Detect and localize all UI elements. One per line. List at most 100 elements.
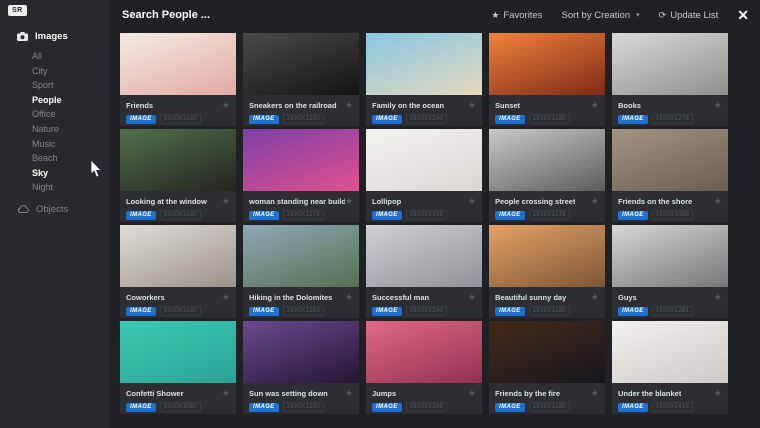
image-card[interactable]: Sun was setting down ★ IMAGE 1920X1280 <box>243 321 359 414</box>
sidebar-item-all[interactable]: All <box>32 49 110 64</box>
favorite-star-icon[interactable]: ★ <box>591 197 599 206</box>
image-title: Hiking in the Dolomites <box>249 293 332 302</box>
favorite-star-icon[interactable]: ★ <box>714 389 722 398</box>
sidebar-item-night[interactable]: Night <box>32 180 110 195</box>
sidebar-section-objects[interactable]: Objects <box>0 201 110 220</box>
image-thumbnail[interactable] <box>612 33 728 95</box>
sidebar-item-beach[interactable]: Beach <box>32 151 110 166</box>
favorites-button[interactable]: ★ Favorites <box>491 10 542 21</box>
favorite-star-icon[interactable]: ★ <box>714 293 722 302</box>
image-thumbnail[interactable] <box>489 225 605 287</box>
image-thumbnail[interactable] <box>489 129 605 191</box>
image-thumbnail[interactable] <box>366 321 482 383</box>
image-thumbnail[interactable] <box>120 129 236 191</box>
favorite-star-icon[interactable]: ★ <box>345 101 353 110</box>
image-thumbnail[interactable] <box>366 129 482 191</box>
sidebar-item-office[interactable]: Office <box>32 107 110 122</box>
favorite-star-icon[interactable]: ★ <box>222 293 230 302</box>
search-query-label[interactable]: Search People ... <box>122 9 210 21</box>
image-thumbnail[interactable] <box>612 225 728 287</box>
image-resolution: 1920X1285 <box>406 402 447 412</box>
image-card[interactable]: Confetti Shower ★ IMAGE 1920X1080 <box>120 321 236 414</box>
image-resolution: 1920X1279 <box>283 210 324 220</box>
image-card[interactable]: Family on the ocean ★ IMAGE 1920X1280 <box>366 33 482 126</box>
image-card[interactable]: Sneakers on the railroad ★ IMAGE 1920X12… <box>243 33 359 126</box>
image-card[interactable]: Friends on the shore ★ IMAGE 1920X1080 <box>612 129 728 222</box>
card-footer: Family on the ocean ★ IMAGE 1920X1280 <box>366 95 482 124</box>
image-grid: Friends ★ IMAGE 1920X1282 Sneakers on th… <box>110 30 760 414</box>
image-thumbnail[interactable] <box>366 33 482 95</box>
image-resolution: 1920X1280 <box>529 306 570 316</box>
favorite-star-icon[interactable]: ★ <box>591 389 599 398</box>
favorite-star-icon[interactable]: ★ <box>591 293 599 302</box>
image-card[interactable]: Books ★ IMAGE 1920X1275 <box>612 33 728 126</box>
image-type-badge: IMAGE <box>372 307 402 316</box>
favorite-star-icon[interactable]: ★ <box>222 389 230 398</box>
image-card[interactable]: People crossing street ★ IMAGE 1920X1278 <box>489 129 605 222</box>
image-thumbnail[interactable] <box>243 33 359 95</box>
sidebar-item-music[interactable]: Music <box>32 137 110 152</box>
sidebar-item-people[interactable]: People <box>32 93 110 108</box>
image-card[interactable]: Lollipop ★ IMAGE 1920X1395 <box>366 129 482 222</box>
favorite-star-icon[interactable]: ★ <box>222 197 230 206</box>
image-card[interactable]: Sunset ★ IMAGE 1920X1280 <box>489 33 605 126</box>
image-thumbnail[interactable] <box>243 321 359 383</box>
card-footer: Friends by the fire ★ IMAGE 1920X1280 <box>489 383 605 412</box>
image-thumbnail[interactable] <box>120 321 236 383</box>
favorite-star-icon[interactable]: ★ <box>345 197 353 206</box>
sort-dropdown[interactable]: Sort by Creation ▾ <box>561 10 639 21</box>
image-resolution: 1920X1280 <box>406 114 447 124</box>
image-card[interactable]: woman standing near buildings ★ IMAGE 19… <box>243 129 359 222</box>
sort-label: Sort by Creation <box>561 10 630 21</box>
favorite-star-icon[interactable]: ★ <box>591 101 599 110</box>
image-card[interactable]: Friends by the fire ★ IMAGE 1920X1280 <box>489 321 605 414</box>
image-resolution: 1920X1280 <box>529 402 570 412</box>
image-thumbnail[interactable] <box>120 33 236 95</box>
favorite-star-icon[interactable]: ★ <box>468 389 476 398</box>
update-list-button[interactable]: ⟳ Update List <box>659 10 719 21</box>
close-icon[interactable]: ✕ <box>737 8 749 22</box>
image-card[interactable]: Looking at the window ★ IMAGE 1920X1280 <box>120 129 236 222</box>
image-title: Jumps <box>372 389 396 398</box>
image-card[interactable]: Hiking in the Dolomites ★ IMAGE 1920X128… <box>243 225 359 318</box>
sidebar-item-sky[interactable]: Sky <box>32 166 110 181</box>
image-thumbnail[interactable] <box>489 321 605 383</box>
favorite-star-icon[interactable]: ★ <box>345 293 353 302</box>
image-title: Guys <box>618 293 637 302</box>
image-thumbnail[interactable] <box>366 225 482 287</box>
image-thumbnail[interactable] <box>243 129 359 191</box>
card-footer: Guys ★ IMAGE 1920X1281 <box>612 287 728 316</box>
card-footer: Confetti Shower ★ IMAGE 1920X1080 <box>120 383 236 412</box>
image-type-badge: IMAGE <box>495 211 525 220</box>
favorite-star-icon[interactable]: ★ <box>468 197 476 206</box>
favorite-star-icon[interactable]: ★ <box>222 101 230 110</box>
sidebar-item-nature[interactable]: Nature <box>32 122 110 137</box>
image-card[interactable]: Guys ★ IMAGE 1920X1281 <box>612 225 728 318</box>
image-card[interactable]: Under the blanket ★ IMAGE 1920X1413 <box>612 321 728 414</box>
image-card[interactable]: Beautiful sunny day ★ IMAGE 1920X1280 <box>489 225 605 318</box>
favorite-star-icon[interactable]: ★ <box>714 101 722 110</box>
image-thumbnail[interactable] <box>612 129 728 191</box>
image-title: Confetti Shower <box>126 389 184 398</box>
favorite-star-icon[interactable]: ★ <box>714 197 722 206</box>
image-card[interactable]: Successful man ★ IMAGE 1920X1280 <box>366 225 482 318</box>
image-card[interactable]: Friends ★ IMAGE 1920X1282 <box>120 33 236 126</box>
image-thumbnail[interactable] <box>489 33 605 95</box>
image-thumbnail[interactable] <box>612 321 728 383</box>
image-card[interactable]: Jumps ★ IMAGE 1920X1285 <box>366 321 482 414</box>
sidebar-item-sport[interactable]: Sport <box>32 78 110 93</box>
favorite-star-icon[interactable]: ★ <box>468 293 476 302</box>
favorite-star-icon[interactable]: ★ <box>468 101 476 110</box>
favorite-star-icon[interactable]: ★ <box>345 389 353 398</box>
image-resolution: 1920X1080 <box>160 402 201 412</box>
image-title: Looking at the window <box>126 197 207 206</box>
sidebar-section-images[interactable]: Images <box>0 28 110 47</box>
image-card[interactable]: Coworkers ★ IMAGE 1920X1280 <box>120 225 236 318</box>
image-thumbnail[interactable] <box>243 225 359 287</box>
sidebar-item-city[interactable]: City <box>32 64 110 79</box>
image-type-badge: IMAGE <box>618 115 648 124</box>
image-thumbnail[interactable] <box>120 225 236 287</box>
card-footer: Looking at the window ★ IMAGE 1920X1280 <box>120 191 236 220</box>
image-type-badge: IMAGE <box>372 403 402 412</box>
camera-icon <box>17 32 28 41</box>
